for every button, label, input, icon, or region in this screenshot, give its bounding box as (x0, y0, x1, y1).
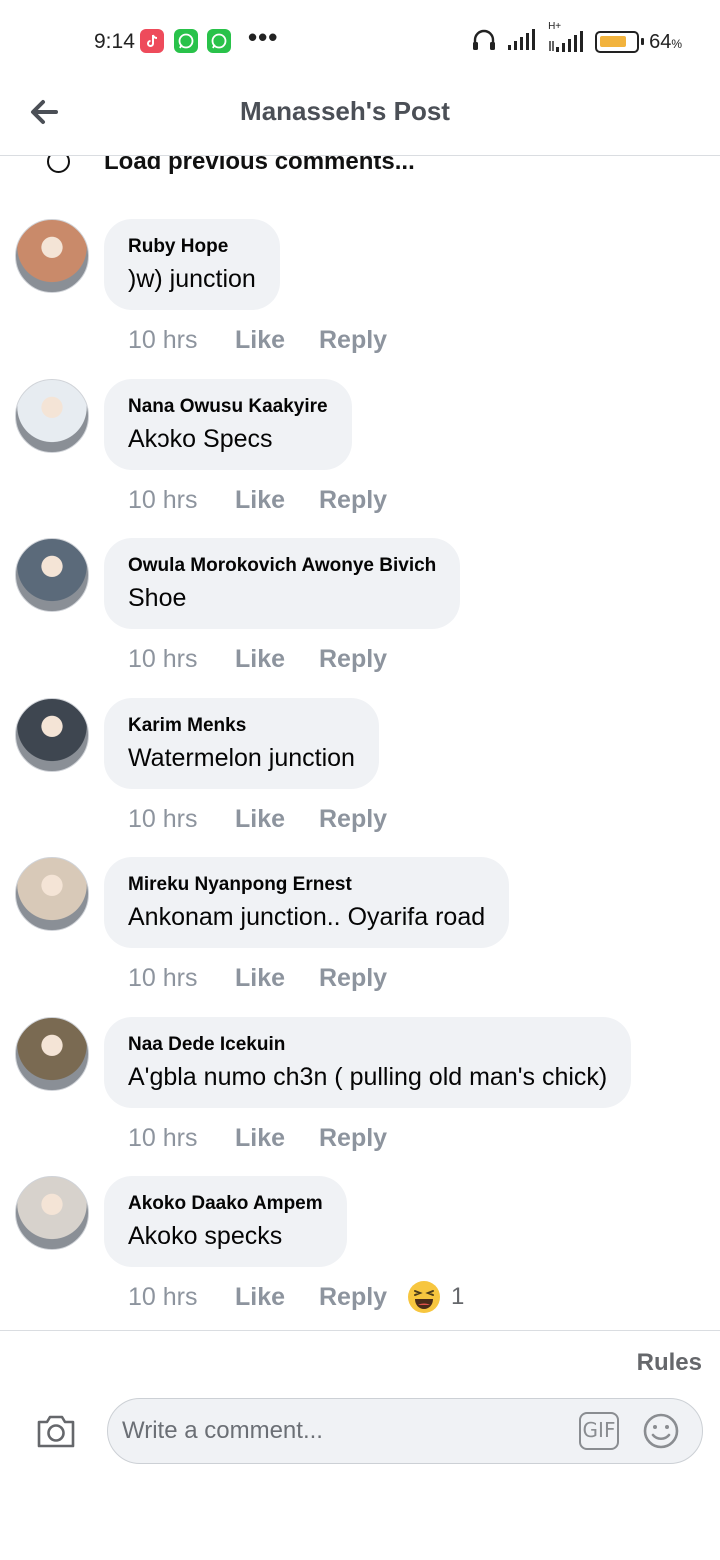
comment-bubble[interactable]: Mireku Nyanpong Ernest Ankonam junction..… (104, 857, 510, 948)
comment-input[interactable] (122, 1399, 562, 1463)
comment-bubble[interactable]: Akoko Daako Ampem Akoko specks (104, 1176, 347, 1267)
comment-timestamp[interactable]: 10 hrs (128, 486, 235, 515)
avatar[interactable] (15, 857, 89, 931)
signal-hplus-icon: H+ (547, 21, 585, 58)
post-header: Manasseh's Post (0, 80, 720, 156)
comment-actions: 10 hrs Like Reply (128, 642, 407, 676)
whatsapp-notification-icon (174, 29, 198, 53)
rules-link[interactable]: Rules (637, 1349, 702, 1377)
comment-bubble[interactable]: Nana Owusu Kaakyire Akɔko Specs (104, 379, 352, 470)
camera-icon (37, 1415, 75, 1448)
camera-button[interactable] (34, 1411, 78, 1451)
smiley-icon (643, 1413, 679, 1449)
comment-timestamp[interactable]: 10 hrs (128, 964, 235, 993)
like-button[interactable]: Like (235, 1124, 319, 1153)
comment-actions: 10 hrs Like Reply 1 (128, 1280, 464, 1314)
status-time: 9:14 (94, 30, 135, 53)
comment-text: Watermelon junction (128, 744, 355, 772)
like-button[interactable]: Like (235, 486, 319, 515)
signal-icon (507, 28, 537, 56)
like-button[interactable]: Like (235, 1283, 319, 1312)
whatsapp-notification-icon (207, 29, 231, 53)
comment-author[interactable]: Mireku Nyanpong Ernest (128, 873, 485, 897)
comment-bubble[interactable]: Ruby Hope )w) junction (104, 219, 280, 310)
laughing-emoji-icon (408, 1281, 440, 1313)
like-button[interactable]: Like (235, 645, 319, 674)
comment-actions: 10 hrs Like Reply (128, 1121, 407, 1155)
comment-timestamp[interactable]: 10 hrs (128, 805, 235, 834)
avatar[interactable] (15, 379, 89, 453)
like-button[interactable]: Like (235, 964, 319, 993)
avatar[interactable] (15, 1017, 89, 1091)
reply-button[interactable]: Reply (319, 1283, 407, 1312)
comment-bubble[interactable]: Naa Dede Icekuin A'gbla numo ch3n ( pulli… (104, 1017, 632, 1108)
comment-item: Owula Morokovich Awonye Bivich Shoe 10 hrs… (0, 538, 720, 698)
comment-item: Mireku Nyanpong Ernest Ankonam junction..… (0, 857, 720, 1017)
reply-button[interactable]: Reply (319, 645, 407, 674)
comment-text: )w) junction (128, 265, 256, 293)
comment-timestamp[interactable]: 10 hrs (128, 645, 235, 674)
reply-button[interactable]: Reply (319, 326, 407, 355)
battery-icon (595, 31, 645, 53)
headphones-icon (471, 28, 497, 57)
comment-timestamp[interactable]: 10 hrs (128, 326, 235, 355)
network-type-label: H+ (548, 20, 562, 32)
comment-timestamp[interactable]: 10 hrs (128, 1124, 235, 1153)
comment-item: Akoko Daako Ampem Akoko specks 10 hrs Like R… (0, 1176, 720, 1336)
comment-composer[interactable]: GIF (107, 1398, 703, 1464)
comment-text: A'gbla numo ch3n ( pulling old man's chi… (128, 1063, 608, 1091)
comment-bubble[interactable]: Karim Menks Watermelon junction (104, 698, 379, 789)
avatar[interactable] (15, 1176, 89, 1250)
comment-item: Ruby Hope )w) junction 10 hrs Like Reply (0, 219, 720, 379)
comment-item: Karim Menks Watermelon junction 10 hrs Like… (0, 698, 720, 858)
comment-timestamp[interactable]: 10 hrs (128, 1283, 235, 1312)
comment-item: Nana Owusu Kaakyire Akɔko Specs 10 hrs Like… (0, 379, 720, 539)
comment-bubble[interactable]: Owula Morokovich Awonye Bivich Shoe (104, 538, 461, 629)
comment-text: Ankonam junction.. Oyarifa road (128, 903, 486, 931)
reply-button[interactable]: Reply (319, 486, 407, 515)
battery-percent: 64% (649, 30, 682, 53)
avatar[interactable] (15, 698, 89, 772)
avatar[interactable] (15, 538, 89, 612)
comment-text: Akoko specks (128, 1222, 283, 1250)
comment-author[interactable]: Nana Owusu Kaakyire (128, 395, 328, 419)
reaction-summary[interactable]: 1 (407, 1280, 464, 1314)
comment-author[interactable]: Ruby Hope (128, 235, 256, 259)
comment-text: Shoe (128, 584, 187, 612)
status-right: H+ 64% (471, 21, 682, 58)
comment-author[interactable]: Karim Menks (128, 714, 355, 738)
comment-author[interactable]: Owula Morokovich Awonye Bivich (128, 554, 436, 578)
comment-footer: Rules GIF (0, 1330, 720, 1560)
reply-button[interactable]: Reply (319, 964, 407, 993)
comment-actions: 10 hrs Like Reply (128, 483, 407, 517)
tiktok-notification-icon (140, 29, 164, 53)
like-button[interactable]: Like (235, 326, 319, 355)
more-notifications-icon: ••• (248, 22, 279, 52)
comment-item: Naa Dede Icekuin A'gbla numo ch3n ( pulli… (0, 1017, 720, 1177)
comment-actions: 10 hrs Like Reply (128, 802, 407, 836)
reply-button[interactable]: Reply (319, 805, 407, 834)
comment-text: Akɔko Specs (128, 425, 273, 453)
comment-actions: 10 hrs Like Reply (128, 323, 407, 357)
comment-author[interactable]: Akoko Daako Ampem (128, 1192, 323, 1216)
gif-button[interactable]: GIF (579, 1412, 619, 1450)
comment-author[interactable]: Naa Dede Icekuin (128, 1033, 607, 1057)
avatar[interactable] (15, 219, 89, 293)
page-title: Manasseh's Post (240, 96, 450, 126)
reply-button[interactable]: Reply (319, 1124, 407, 1153)
comment-actions: 10 hrs Like Reply (128, 961, 407, 995)
status-bar: 9:14 ••• H+ 64% (0, 0, 720, 80)
reaction-count: 1 (451, 1283, 465, 1310)
emoji-button[interactable] (641, 1411, 681, 1451)
like-button[interactable]: Like (235, 805, 319, 834)
